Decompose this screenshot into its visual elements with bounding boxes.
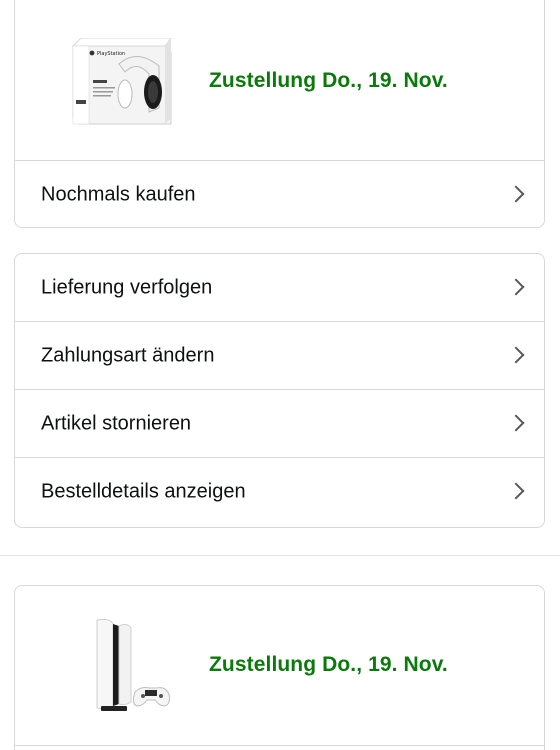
order-details-label: Bestelldetails anzeigen — [41, 480, 246, 503]
change-payment-label: Zahlungsart ändern — [41, 344, 215, 366]
shipment-card: PlayStation Zustellung Do., 19. Nov. Noc… — [14, 0, 545, 228]
console-product-image — [96, 619, 170, 711]
svg-text:PlayStation: PlayStation — [97, 51, 125, 57]
order-details-button[interactable]: Bestelldetails anzeigen — [15, 458, 544, 526]
order-page: PlayStation Zustellung Do., 19. Nov. Noc… — [0, 0, 560, 750]
delivery-date: Zustellung Do., 19. Nov. — [209, 653, 448, 676]
track-delivery-label: Lieferung verfolgen — [41, 276, 213, 298]
delivery-date: Zustellung Do., 19. Nov. — [209, 69, 448, 92]
cancel-items-button[interactable]: Artikel stornieren — [15, 390, 544, 458]
change-payment-button[interactable]: Zahlungsart ändern — [15, 322, 544, 390]
headset-product-image: PlayStation — [71, 38, 172, 125]
shipment-header[interactable]: Zustellung Do., 19. Nov. — [15, 586, 544, 746]
chevron-right-icon — [507, 278, 525, 295]
cancel-items-label: Artikel stornieren — [41, 412, 192, 434]
section-divider — [0, 555, 560, 556]
chevron-right-icon — [507, 185, 525, 203]
chevron-right-icon — [507, 346, 525, 363]
track-delivery-button[interactable]: Lieferung verfolgen — [15, 254, 544, 322]
buy-again-button[interactable]: Nochmals kaufen — [15, 161, 544, 227]
shipment-card: Zustellung Do., 19. Nov. — [14, 585, 545, 750]
order-actions-card: Lieferung verfolgen Zahlungsart ändern A… — [14, 253, 545, 528]
chevron-right-icon — [507, 414, 525, 431]
shipment-header[interactable]: PlayStation Zustellung Do., 19. Nov. — [15, 0, 544, 161]
chevron-right-icon — [507, 482, 525, 500]
buy-again-label: Nochmals kaufen — [41, 183, 196, 206]
